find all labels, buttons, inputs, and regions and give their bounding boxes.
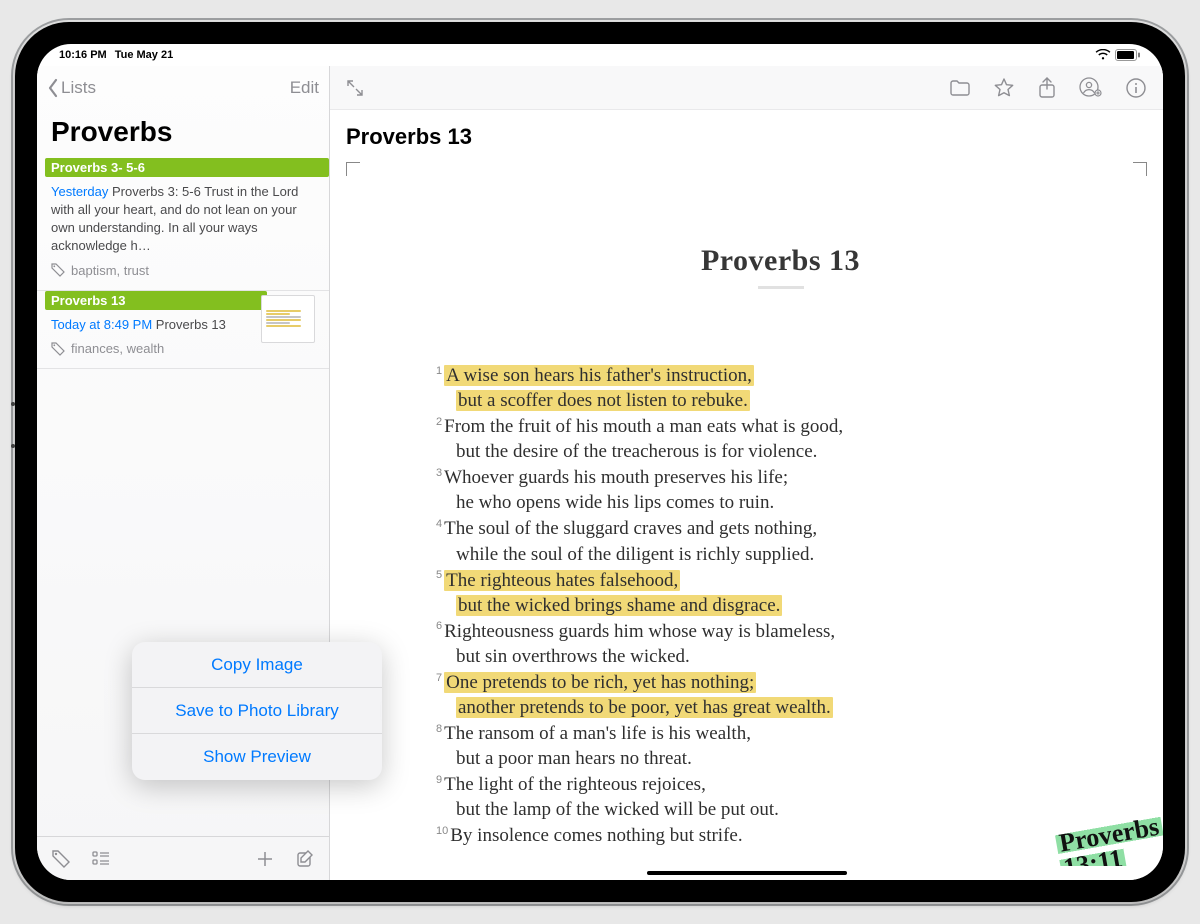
- edit-button[interactable]: Edit: [290, 78, 319, 98]
- back-button[interactable]: Lists: [47, 78, 96, 98]
- popover-save-photo[interactable]: Save to Photo Library: [132, 688, 382, 734]
- status-time: 10:16 PM: [59, 49, 107, 61]
- note-thumbnail: [261, 295, 315, 343]
- main-pane: Proverbs 13 Proverbs 13 1A wise son hear…: [330, 66, 1163, 880]
- context-popover: Copy Image Save to Photo Library Show Pr…: [132, 642, 382, 780]
- note-tags-text: finances, wealth: [71, 341, 164, 356]
- popover-copy-image[interactable]: Copy Image: [132, 642, 382, 688]
- document-area[interactable]: Proverbs 13 1A wise son hears his father…: [330, 154, 1163, 866]
- home-indicator[interactable]: [330, 866, 1163, 880]
- back-label: Lists: [61, 78, 96, 98]
- tag-icon: [51, 263, 65, 277]
- document-title: Proverbs 13: [330, 110, 1163, 154]
- list-item[interactable]: Proverbs 3- 5-6 Yesterday Proverbs 3: 5-…: [37, 158, 329, 291]
- verse-list: 1A wise son hears his father's instructi…: [410, 363, 1151, 848]
- document-page: Proverbs 13 1A wise son hears his father…: [410, 174, 1151, 866]
- folder-icon[interactable]: [949, 78, 971, 98]
- sidebar-nav: Lists Edit: [37, 66, 329, 110]
- plus-button[interactable]: [255, 849, 275, 869]
- status-bar: 10:16 PM Tue May 21: [37, 44, 1163, 66]
- wifi-icon: [1095, 49, 1111, 61]
- sidebar: Lists Edit Proverbs Proverbs 3- 5-6 Yest…: [37, 66, 330, 880]
- tag-icon: [51, 342, 65, 356]
- tag-filter-button[interactable]: [51, 849, 71, 869]
- sidebar-toolbar: [37, 836, 329, 880]
- note-date: Yesterday: [51, 184, 108, 199]
- note-tags-text: baptism, trust: [71, 263, 149, 278]
- note-header: Proverbs 3- 5-6: [45, 158, 329, 177]
- compose-button[interactable]: [295, 849, 315, 869]
- app-root: Lists Edit Proverbs Proverbs 3- 5-6 Yest…: [37, 66, 1163, 880]
- expand-icon[interactable]: [346, 79, 364, 97]
- list-item[interactable]: Proverbs 13 Today at 8:49 PM Proverbs 13…: [37, 291, 329, 370]
- note-date: Today at 8:49 PM: [51, 317, 152, 332]
- star-icon[interactable]: [993, 77, 1015, 99]
- status-date: Tue May 21: [115, 49, 174, 61]
- person-add-icon[interactable]: [1079, 77, 1103, 99]
- share-icon[interactable]: [1037, 76, 1057, 100]
- hardware-dots: [11, 402, 15, 502]
- page-heading: Proverbs 13: [410, 244, 1151, 289]
- crop-corner-top-left: [346, 162, 360, 176]
- main-nav: [330, 66, 1163, 110]
- note-preview: Proverbs 13: [156, 317, 226, 332]
- info-icon[interactable]: [1125, 77, 1147, 99]
- popover-show-preview[interactable]: Show Preview: [132, 734, 382, 780]
- note-header: Proverbs 13: [45, 291, 267, 310]
- screen: 10:16 PM Tue May 21 Lists Edi: [37, 44, 1163, 880]
- attachments-button[interactable]: [91, 849, 111, 869]
- battery-icon: [1115, 49, 1141, 61]
- ipad-frame: 10:16 PM Tue May 21 Lists Edi: [15, 22, 1185, 902]
- sidebar-title: Proverbs: [37, 110, 329, 158]
